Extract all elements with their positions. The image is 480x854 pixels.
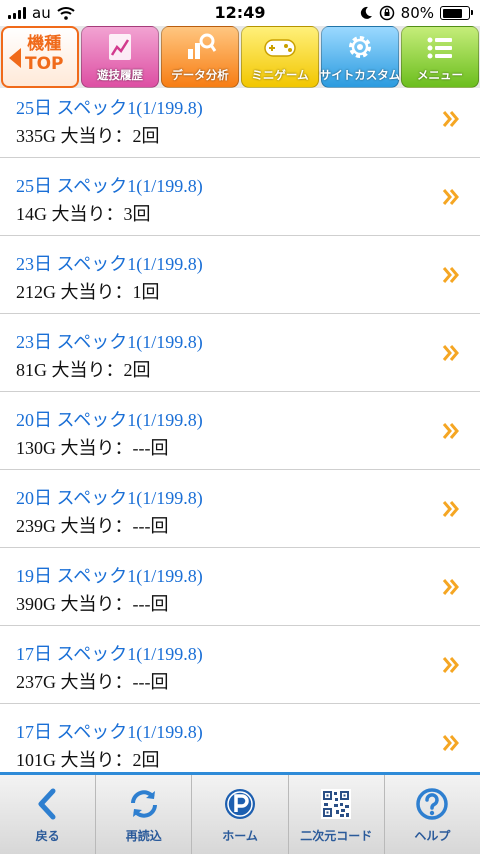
double-chevron-right-icon — [442, 501, 459, 517]
back-chevron-icon — [38, 788, 56, 820]
nav-play-history-label: 遊技履歴 — [97, 68, 143, 82]
double-chevron-right-icon — [442, 189, 459, 205]
battery-icon — [440, 6, 473, 20]
back-arrow-icon — [9, 48, 21, 68]
battery-level — [442, 8, 462, 18]
double-chevron-right-icon — [442, 267, 459, 283]
record-detail: 212G 大当り：1回 — [16, 282, 160, 302]
gear-icon — [349, 36, 371, 58]
double-chevron-right-icon — [442, 579, 459, 595]
nav-site-custom-label: サイトカスタム — [319, 68, 401, 82]
bottom-toolbar: 戻る 再読込 ホーム 二次元コード ヘルプ — [0, 772, 480, 854]
nav-site-custom-button[interactable]: サイトカスタム — [319, 26, 401, 88]
nav-menu-button[interactable]: メニュー — [401, 26, 479, 88]
record-title: 23日 スペック1(1/199.8) — [16, 332, 203, 352]
list-item[interactable]: 25日 スペック1(1/199.8) 14G 大当り：3回 — [0, 158, 480, 236]
list-item[interactable]: 20日 スペック1(1/199.8) 130G 大当り：---回 — [0, 392, 480, 470]
list-item[interactable]: 19日 スペック1(1/199.8) 390G 大当り：---回 — [0, 548, 480, 626]
reload-button[interactable]: 再読込 — [95, 775, 191, 854]
menu-list-icon — [427, 37, 452, 59]
nav-model-top-label-line1: 機種 — [27, 34, 62, 54]
orientation-lock-icon — [379, 5, 394, 21]
record-detail: 237G 大当り：---回 — [16, 672, 169, 692]
nav-mini-game-label: ミニゲーム — [251, 68, 309, 82]
list-item[interactable]: 23日 スペック1(1/199.8) 212G 大当り：1回 — [0, 236, 480, 314]
data-analysis-icon — [188, 33, 217, 59]
list-item[interactable]: 25日 スペック1(1/199.8) 335G 大当り：2回 — [0, 88, 480, 158]
double-chevron-right-icon — [442, 111, 459, 127]
record-title: 23日 スペック1(1/199.8) — [16, 254, 203, 274]
double-chevron-right-icon — [442, 735, 459, 751]
home-button[interactable]: ホーム — [191, 775, 287, 854]
record-title: 20日 スペック1(1/199.8) — [16, 410, 203, 430]
moon-icon — [360, 6, 372, 19]
help-label: ヘルプ — [414, 829, 451, 843]
nav-play-history-button[interactable]: 遊技履歴 — [81, 26, 159, 88]
qr-code-icon — [321, 789, 352, 819]
status-bar: au 12:49 80% — [0, 0, 480, 26]
record-title: 19日 スペック1(1/199.8) — [16, 566, 203, 586]
play-history-list: 25日 スペック1(1/199.8) 335G 大当り：2回 25日 スペック1… — [0, 88, 480, 782]
help-button[interactable]: ヘルプ — [383, 775, 480, 854]
record-detail: 14G 大当り：3回 — [16, 204, 151, 224]
list-item[interactable]: 17日 スペック1(1/199.8) 237G 大当り：---回 — [0, 626, 480, 704]
battery-percent: 80% — [400, 4, 434, 22]
nav-model-top-button[interactable]: 機種 TOP — [1, 26, 79, 88]
qr-code-label: 二次元コード — [300, 829, 373, 843]
record-detail: 239G 大当り：---回 — [16, 516, 169, 536]
back-label: 戻る — [35, 829, 60, 843]
record-detail: 101G 大当り：2回 — [16, 750, 160, 770]
double-chevron-right-icon — [442, 345, 459, 361]
record-detail: 81G 大当り：2回 — [16, 360, 151, 380]
nav-menu-label: メニュー — [417, 68, 463, 82]
qr-code-button[interactable]: 二次元コード — [287, 775, 384, 854]
nav-model-top-label-line2: TOP — [25, 54, 64, 74]
nav-mini-game-button[interactable]: ミニゲーム — [241, 26, 319, 88]
nav-data-analysis-label: データ分析 — [171, 68, 229, 82]
record-detail: 390G 大当り：---回 — [16, 594, 169, 614]
record-title: 25日 スペック1(1/199.8) — [16, 98, 203, 118]
double-chevron-right-icon — [442, 423, 459, 439]
double-chevron-right-icon — [442, 657, 459, 673]
record-title: 20日 スペック1(1/199.8) — [16, 488, 203, 508]
history-chart-icon — [109, 34, 131, 60]
record-detail: 130G 大当り：---回 — [16, 438, 169, 458]
help-icon — [416, 788, 449, 820]
back-button[interactable]: 戻る — [0, 775, 95, 854]
record-title: 17日 スペック1(1/199.8) — [16, 644, 203, 664]
list-item[interactable]: 20日 スペック1(1/199.8) 239G 大当り：---回 — [0, 470, 480, 548]
list-item[interactable]: 17日 スペック1(1/199.8) 101G 大当り：2回 — [0, 704, 480, 782]
reload-label: 再読込 — [125, 829, 162, 843]
reload-icon — [130, 790, 157, 818]
record-title: 17日 スペック1(1/199.8) — [16, 722, 203, 742]
nav-data-analysis-button[interactable]: データ分析 — [161, 26, 239, 88]
p-logo-home-icon — [225, 789, 255, 819]
top-nav: 機種 TOP 遊技履歴 データ分析 ミニゲーム サイトカスタム メニュー — [0, 26, 480, 88]
record-detail: 335G 大当り：2回 — [16, 126, 160, 146]
record-title: 25日 スペック1(1/199.8) — [16, 176, 203, 196]
list-item[interactable]: 23日 スペック1(1/199.8) 81G 大当り：2回 — [0, 314, 480, 392]
gamepad-icon — [264, 39, 296, 57]
home-label: ホーム — [222, 829, 258, 843]
